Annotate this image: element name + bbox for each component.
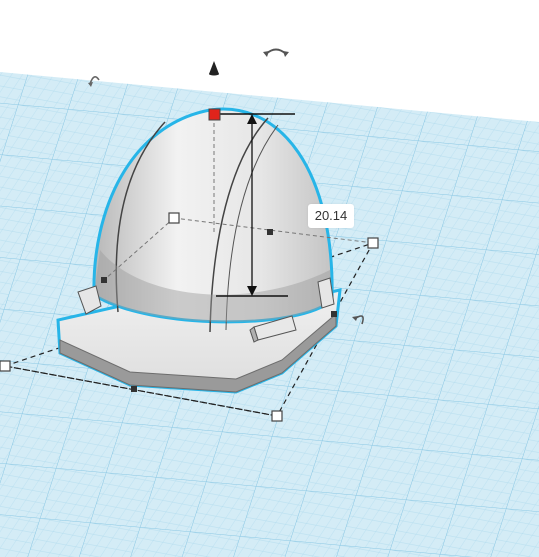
rotate-arrow-icon[interactable] (263, 48, 289, 58)
cone-lift-icon[interactable] (209, 61, 219, 74)
corner-handle-back-left[interactable] (168, 212, 180, 224)
corner-handle-back-right[interactable] (367, 237, 379, 249)
edge-handle[interactable] (267, 229, 273, 235)
edge-handle[interactable] (131, 386, 137, 392)
edge-handle[interactable] (331, 311, 337, 317)
height-dimension-value[interactable]: 20.14 (308, 204, 354, 228)
workplane-scene[interactable] (0, 0, 539, 557)
corner-handle-front-right[interactable] (271, 410, 283, 422)
cone-lift-icon-base (209, 72, 219, 76)
3d-viewport[interactable]: 20.14 (0, 0, 539, 557)
edge-handle[interactable] (101, 277, 107, 283)
height-handle[interactable] (208, 108, 221, 121)
corner-handle-front-left[interactable] (0, 360, 11, 372)
